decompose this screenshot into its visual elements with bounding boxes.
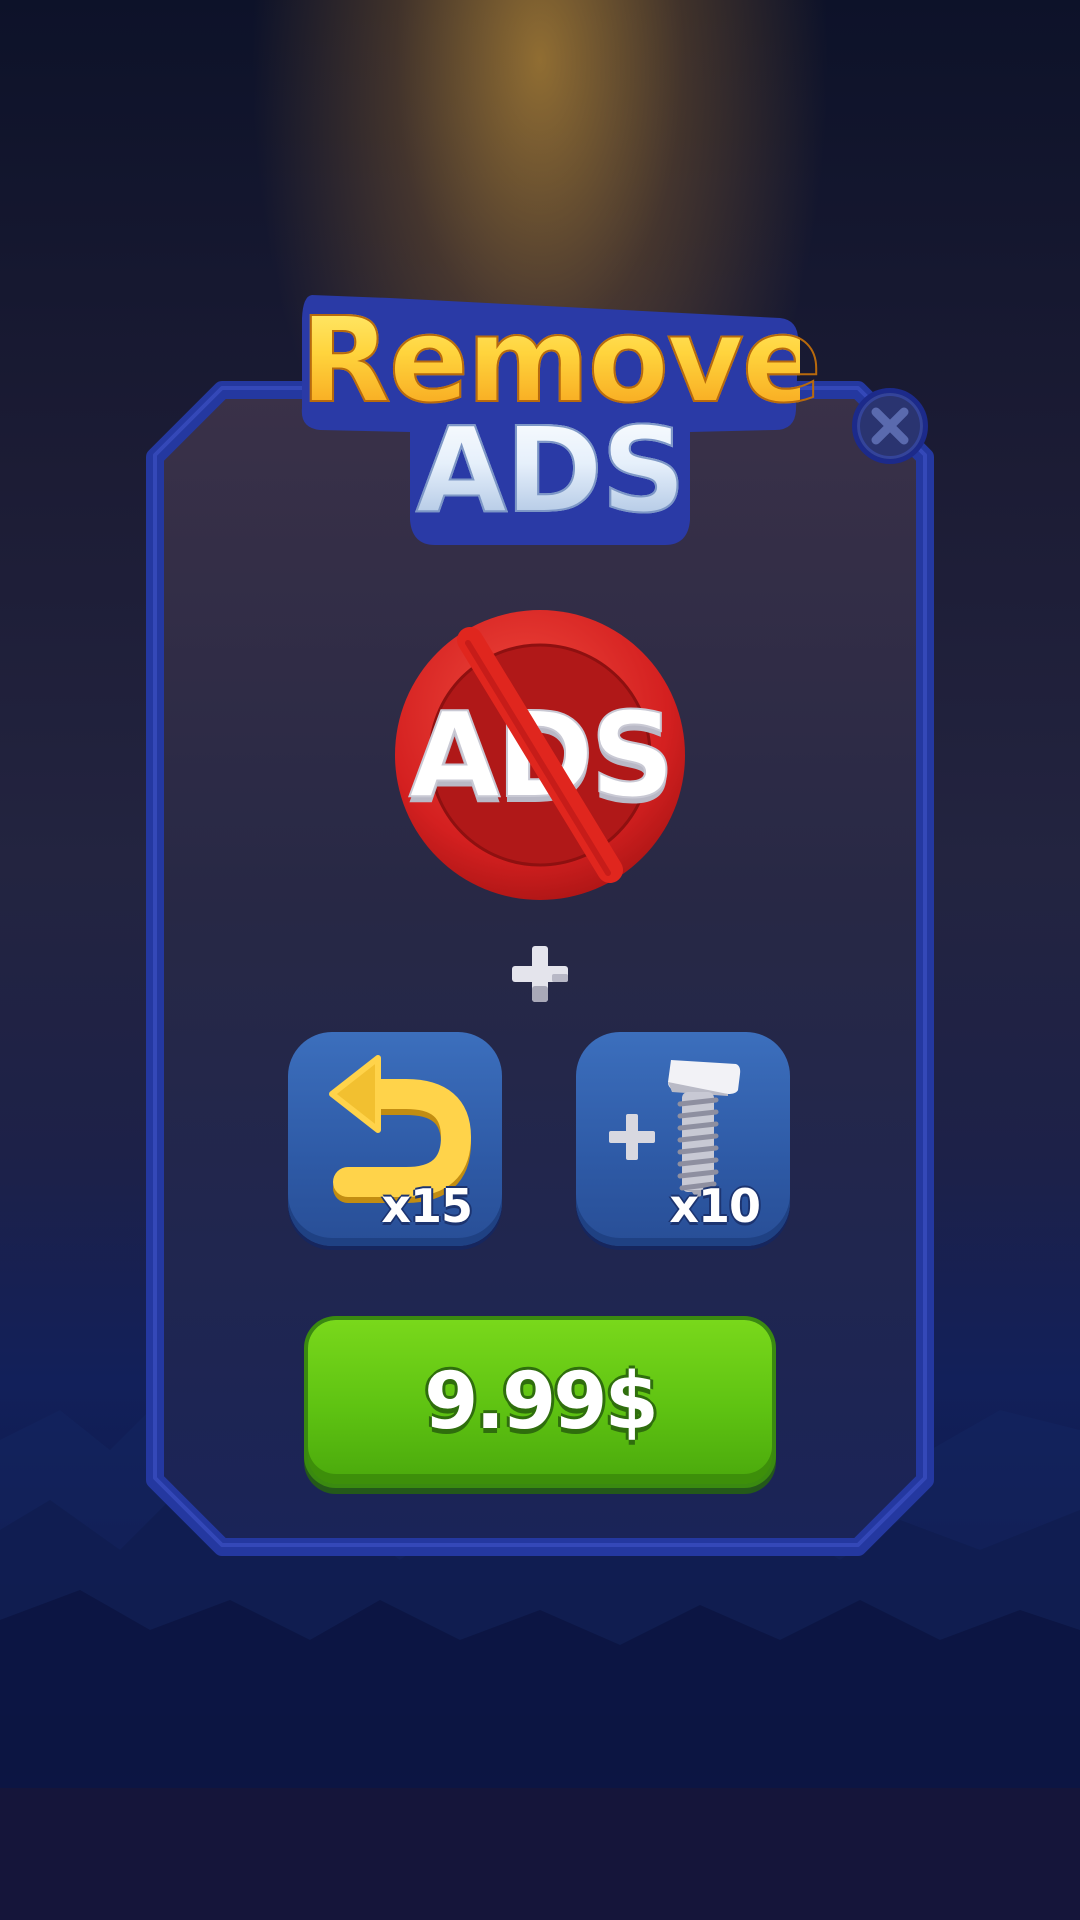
title-ads-text: ADS: [410, 400, 690, 540]
undo-count: x15: [381, 1179, 473, 1233]
no-ads-label: ADS: [408, 685, 676, 825]
plus-icon: [512, 946, 568, 1002]
buy-price-label: 9.99$: [424, 1357, 659, 1447]
reward-tile-undo: x15: [288, 1032, 502, 1246]
remove-ads-popup-screen: Remove ADS ADS x15 x10 9.99$: [0, 0, 1080, 1920]
reward-tile-screw: x10: [576, 1032, 790, 1246]
screw-count: x10: [669, 1179, 761, 1233]
buy-button[interactable]: 9.99$: [308, 1320, 772, 1484]
close-icon: [871, 407, 909, 445]
close-button[interactable]: [852, 388, 928, 464]
